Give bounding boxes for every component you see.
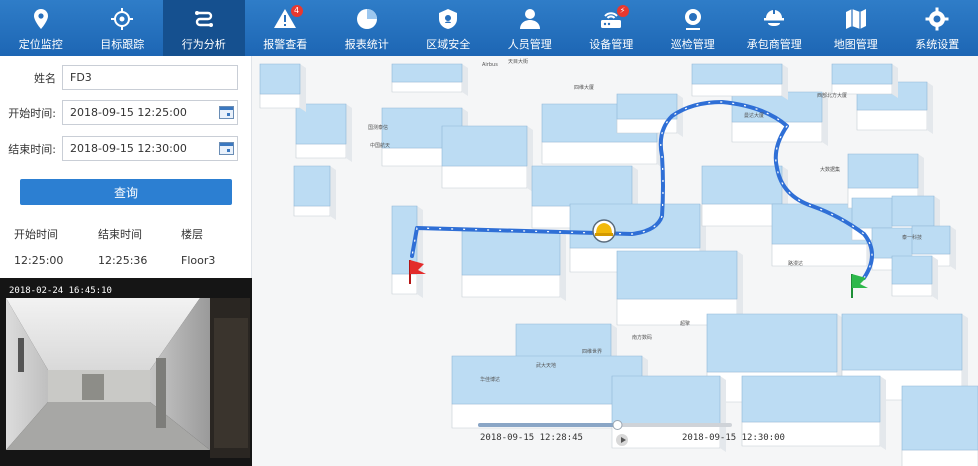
- nav-label: 巡检管理: [670, 38, 715, 51]
- map-label: 华佳博达: [480, 377, 501, 383]
- map-label: 曼达大厦: [744, 113, 765, 119]
- nav-item-7[interactable]: 设备管理 ⚡: [571, 0, 653, 56]
- building-block: [691, 63, 788, 100]
- nav-label: 区域安全: [426, 38, 471, 51]
- end-time-label: 结束时间:: [8, 142, 56, 156]
- timeline-end-time: 2018-09-15 12:30:00: [682, 433, 785, 443]
- nav-label: 行为分析: [181, 38, 226, 51]
- building-block: [391, 63, 468, 96]
- nav-label: 人员管理: [507, 38, 552, 51]
- camera-feed: 2018-02-24 16:45:10: [0, 278, 252, 466]
- nav-item-8[interactable]: 巡检管理: [652, 0, 734, 56]
- location-pin-icon: [28, 6, 54, 32]
- nav-label: 报表统计: [344, 38, 389, 51]
- nav-label: 承包商管理: [746, 38, 802, 51]
- start-time-value: 2018-09-15 12:25:00: [70, 106, 187, 119]
- nav-label: 报警查看: [263, 38, 308, 51]
- query-button[interactable]: 查询: [20, 179, 232, 205]
- start-time-row: 开始时间: 2018-09-15 12:25:00: [0, 100, 238, 125]
- calendar-icon[interactable]: [219, 142, 234, 155]
- patrol-pin-icon: [680, 6, 706, 32]
- nav-item-0[interactable]: 定位监控: [0, 0, 82, 56]
- map-label: 大数据集: [820, 167, 841, 173]
- row-end-time: 12:25:36: [98, 254, 148, 267]
- map-label: 西部北方大厦: [817, 93, 848, 99]
- map-label: 南方数码: [632, 335, 653, 341]
- timeline-slider-handle: [612, 420, 623, 430]
- nav-item-9[interactable]: 承包商管理: [734, 0, 816, 56]
- building-block: [461, 230, 566, 301]
- building-block: [891, 255, 938, 300]
- nav-item-10[interactable]: 地图管理: [815, 0, 897, 56]
- map-label: 路漫达: [788, 261, 804, 267]
- notification-badge: ⚡: [616, 5, 629, 17]
- header-start-time: 开始时间: [14, 228, 58, 241]
- notification-badge: 4: [290, 5, 303, 17]
- timeline-current-time: 2018-09-15 12:28:45: [480, 433, 583, 443]
- map-label: 国测泰信: [368, 125, 389, 131]
- map-label: 四维大厦: [574, 85, 595, 91]
- building-block: [901, 385, 978, 466]
- nav-item-11[interactable]: 系统设置: [897, 0, 978, 56]
- start-time-label: 开始时间:: [8, 106, 56, 120]
- nav-item-6[interactable]: 人员管理: [489, 0, 571, 56]
- gear-icon: [924, 6, 950, 32]
- map-label: 武大天地: [536, 363, 557, 369]
- nav-item-2[interactable]: 行为分析: [163, 0, 245, 56]
- play-button[interactable]: [616, 434, 628, 446]
- row-start-time: 12:25:00: [14, 254, 64, 267]
- nav-label: 系统设置: [915, 38, 960, 51]
- person-icon: [517, 6, 543, 32]
- nav-item-4[interactable]: 报表统计: [326, 0, 408, 56]
- building-block: [293, 165, 336, 220]
- folded-map-icon: [843, 6, 869, 32]
- map-label: 超擎: [680, 321, 691, 327]
- shield-icon: [435, 6, 461, 32]
- nav-label: 定位监控: [18, 38, 63, 51]
- worker-helmet-icon: [761, 6, 787, 32]
- building-block: [391, 205, 423, 298]
- end-time-input[interactable]: 2018-09-15 12:30:00: [62, 136, 238, 161]
- map-label: Airbus: [482, 62, 498, 68]
- name-input-value: FD3: [70, 71, 92, 84]
- nav-item-1[interactable]: 目标跟踪: [82, 0, 164, 56]
- map-canvas[interactable]: [252, 56, 978, 466]
- name-row: 姓名 FD3: [0, 65, 238, 90]
- map-label: 泰一科技: [902, 235, 923, 241]
- nav-item-5[interactable]: 区域安全: [408, 0, 490, 56]
- map-label: 中国航天: [370, 143, 391, 149]
- end-time-row: 结束时间: 2018-09-15 12:30:00: [0, 136, 238, 161]
- row-floor: Floor3: [181, 254, 216, 267]
- nav-item-3[interactable]: 报警查看 4: [245, 0, 327, 56]
- worker-position-icon: [592, 219, 616, 243]
- query-panel: 姓名 FD3 开始时间: 2018-09-15 12:25:00 结束时间: 2…: [0, 56, 252, 278]
- route-icon: [191, 6, 217, 32]
- nav-label: 地图管理: [833, 38, 878, 51]
- header-floor: 楼层: [181, 228, 203, 241]
- start-time-input[interactable]: 2018-09-15 12:25:00: [62, 100, 238, 125]
- building-block: [259, 63, 306, 112]
- map-view[interactable]: 天目大街 四维大厦 西部北方大厦 国测泰信 中国航天 曼达大厦 大数据集 泰一科…: [252, 56, 978, 466]
- camera-timestamp: 2018-02-24 16:45:10: [9, 286, 112, 296]
- pie-chart-icon: [354, 6, 380, 32]
- name-label: 姓名: [34, 71, 56, 85]
- nav-label: 目标跟踪: [100, 38, 145, 51]
- app-root: 定位监控 目标跟踪 行为分析 报警查看 4 报表统计 区域安全 人员管理 设备管理 ⚡ 巡检管理 承包…: [0, 0, 978, 466]
- map-label: 天目大街: [508, 59, 529, 65]
- end-time-value: 2018-09-15 12:30:00: [70, 142, 187, 155]
- nav-label: 设备管理: [589, 38, 634, 51]
- name-input[interactable]: FD3: [62, 65, 238, 90]
- calendar-icon[interactable]: [219, 106, 234, 119]
- crosshair-icon: [109, 6, 135, 32]
- corridor-video-frame: [0, 278, 252, 466]
- header-end-time: 结束时间: [98, 228, 142, 241]
- building-block: [441, 125, 533, 192]
- map-label: 四维世界: [582, 349, 603, 355]
- building-block: [295, 103, 352, 162]
- top-nav-bar: 定位监控 目标跟踪 行为分析 报警查看 4 报表统计 区域安全 人员管理 设备管理 ⚡ 巡检管理 承包…: [0, 0, 978, 56]
